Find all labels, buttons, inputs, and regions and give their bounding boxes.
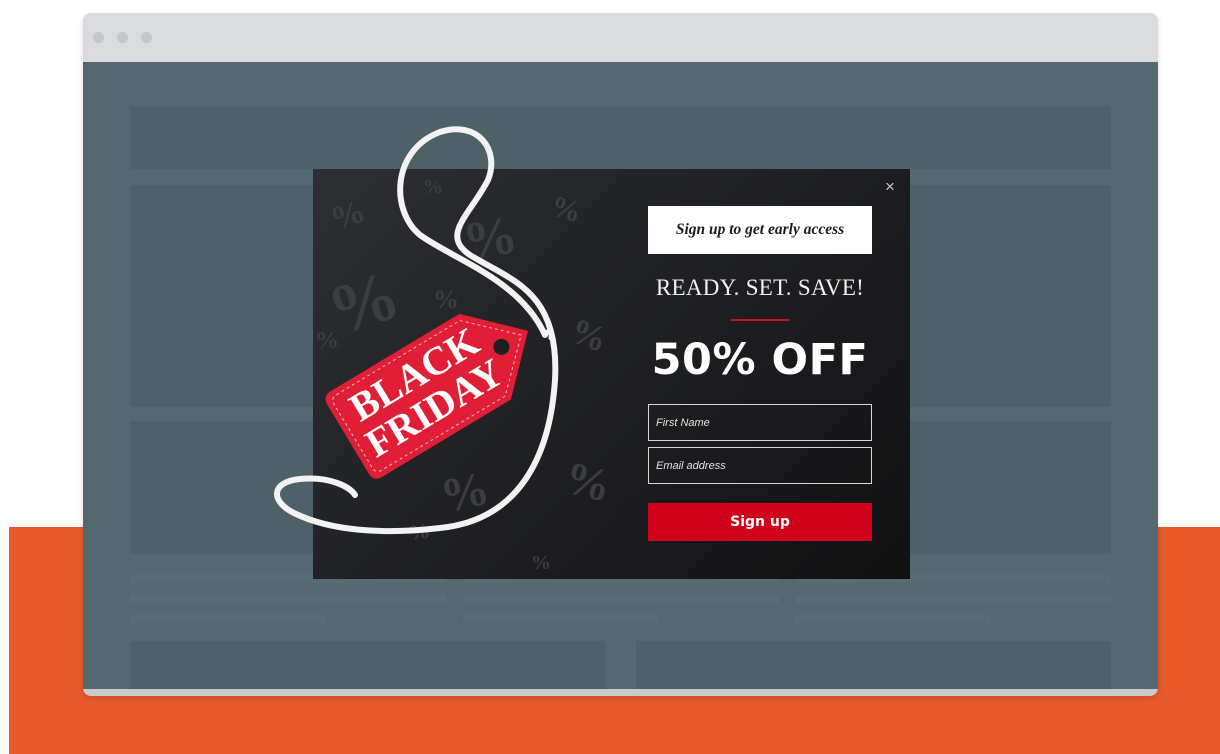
placeholder-line xyxy=(463,595,779,603)
sign-up-button[interactable]: Sign up xyxy=(648,503,872,541)
close-icon[interactable]: × xyxy=(880,177,900,197)
window-dot-icon xyxy=(117,32,128,43)
first-name-field[interactable] xyxy=(648,404,872,441)
percent-pattern-icon: % xyxy=(315,328,339,354)
window-dot-icon xyxy=(141,32,152,43)
email-field[interactable] xyxy=(648,447,872,484)
placeholder-line xyxy=(795,615,991,623)
placeholder-line xyxy=(463,615,659,623)
browser-titlebar xyxy=(83,13,1158,62)
tagline-divider xyxy=(731,319,789,321)
offer-headline: 50% OFF xyxy=(651,335,869,385)
percent-pattern-icon: % xyxy=(531,552,551,574)
page-viewport: % % % % % % % % % % % % × Sign up to get… xyxy=(83,62,1158,689)
percent-pattern-icon: % xyxy=(325,192,371,239)
percent-pattern-icon: % xyxy=(435,461,494,524)
popup-heading: Sign up to get early access xyxy=(648,206,872,254)
popup-tagline: READY. SET. SAVE! xyxy=(655,275,865,300)
placeholder-line xyxy=(795,595,1111,603)
placeholder-header xyxy=(130,106,1111,169)
percent-pattern-icon: % xyxy=(565,310,613,360)
browser-window: % % % % % % % % % % % % × Sign up to get… xyxy=(83,13,1158,696)
placeholder-line xyxy=(130,615,326,623)
placeholder-line xyxy=(130,595,446,603)
percent-pattern-icon: % xyxy=(433,285,459,314)
placeholder-card xyxy=(130,641,605,689)
percent-pattern-icon: % xyxy=(559,451,617,512)
percent-pattern-icon: % xyxy=(406,517,432,546)
percent-pattern-icon: % xyxy=(423,176,443,198)
percent-pattern-icon: % xyxy=(458,203,522,273)
window-dot-icon xyxy=(93,32,104,43)
placeholder-card xyxy=(636,641,1111,689)
popup-modal: % % % % % % % % % % % % × Sign up to get… xyxy=(313,169,910,579)
percent-pattern-icon: % xyxy=(547,189,585,230)
